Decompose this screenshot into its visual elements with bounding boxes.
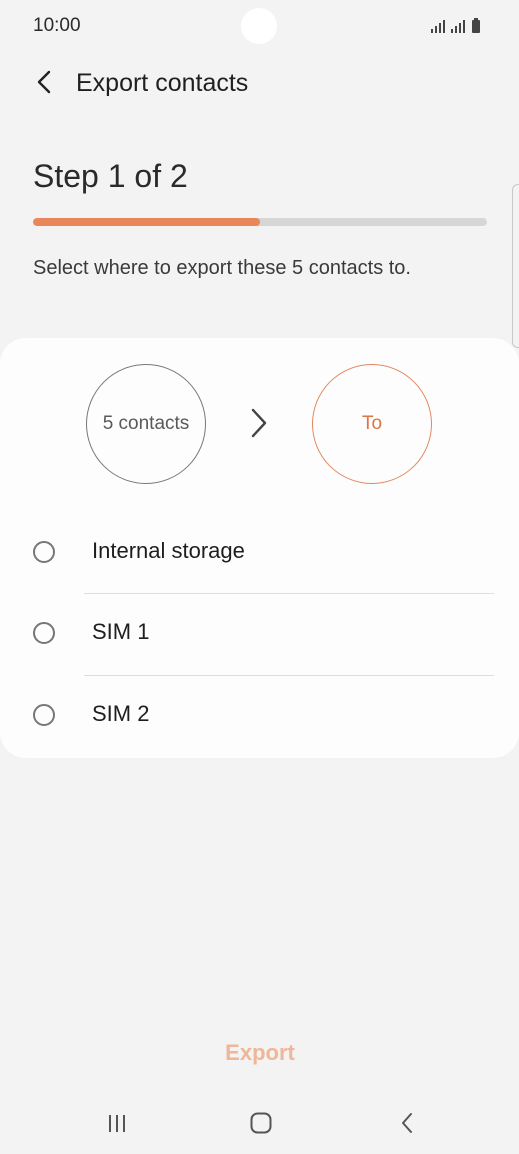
recent-apps-icon	[109, 1115, 125, 1132]
signal-1-icon	[431, 20, 445, 33]
back-button[interactable]	[26, 64, 62, 100]
battery-icon	[472, 18, 480, 33]
status-time: 10:00	[33, 15, 81, 36]
divider	[84, 593, 494, 594]
option-label: SIM 2	[92, 701, 150, 726]
step-progress-bar	[33, 218, 487, 226]
chevron-right-icon	[251, 408, 267, 438]
step-title: Step 1 of 2	[33, 158, 188, 194]
signal-2-icon	[451, 20, 465, 33]
divider	[84, 675, 494, 676]
radio-button[interactable]	[33, 622, 55, 644]
source-circle: 5 contacts	[86, 364, 206, 484]
step-progress-fill	[33, 218, 260, 226]
back-icon	[402, 1113, 412, 1133]
app-bar: Export contacts	[0, 54, 519, 114]
option-label: Internal storage	[92, 538, 245, 563]
target-circle: To	[312, 364, 432, 484]
home-icon	[250, 1112, 272, 1134]
export-flow: 5 contacts To	[0, 364, 519, 486]
option-sim-1[interactable]: SIM 1	[0, 595, 519, 675]
status-bar: 10:00	[0, 0, 519, 54]
recent-apps-button[interactable]	[97, 1108, 137, 1138]
option-sim-2[interactable]: SIM 2	[0, 677, 519, 757]
source-label: 5 contacts	[102, 413, 190, 434]
scroll-indicator[interactable]	[512, 184, 519, 348]
export-destination-card: 5 contacts To Internal storage SIM 1 SIM…	[0, 338, 519, 758]
export-button[interactable]: Export	[160, 1030, 360, 1076]
radio-button[interactable]	[33, 541, 55, 563]
navigation-bar	[0, 1094, 519, 1154]
system-back-button[interactable]	[387, 1108, 427, 1138]
instruction-text: Select where to export these 5 contacts …	[33, 257, 411, 279]
option-label: SIM 1	[92, 619, 150, 644]
radio-button[interactable]	[33, 704, 55, 726]
option-internal-storage[interactable]: Internal storage	[0, 514, 519, 594]
home-button[interactable]	[241, 1108, 281, 1138]
chevron-left-icon	[37, 70, 51, 94]
signal-battery-icons	[431, 18, 480, 33]
camera-cutout	[241, 8, 277, 44]
page-title: Export contacts	[76, 69, 249, 97]
target-label: To	[361, 413, 383, 434]
